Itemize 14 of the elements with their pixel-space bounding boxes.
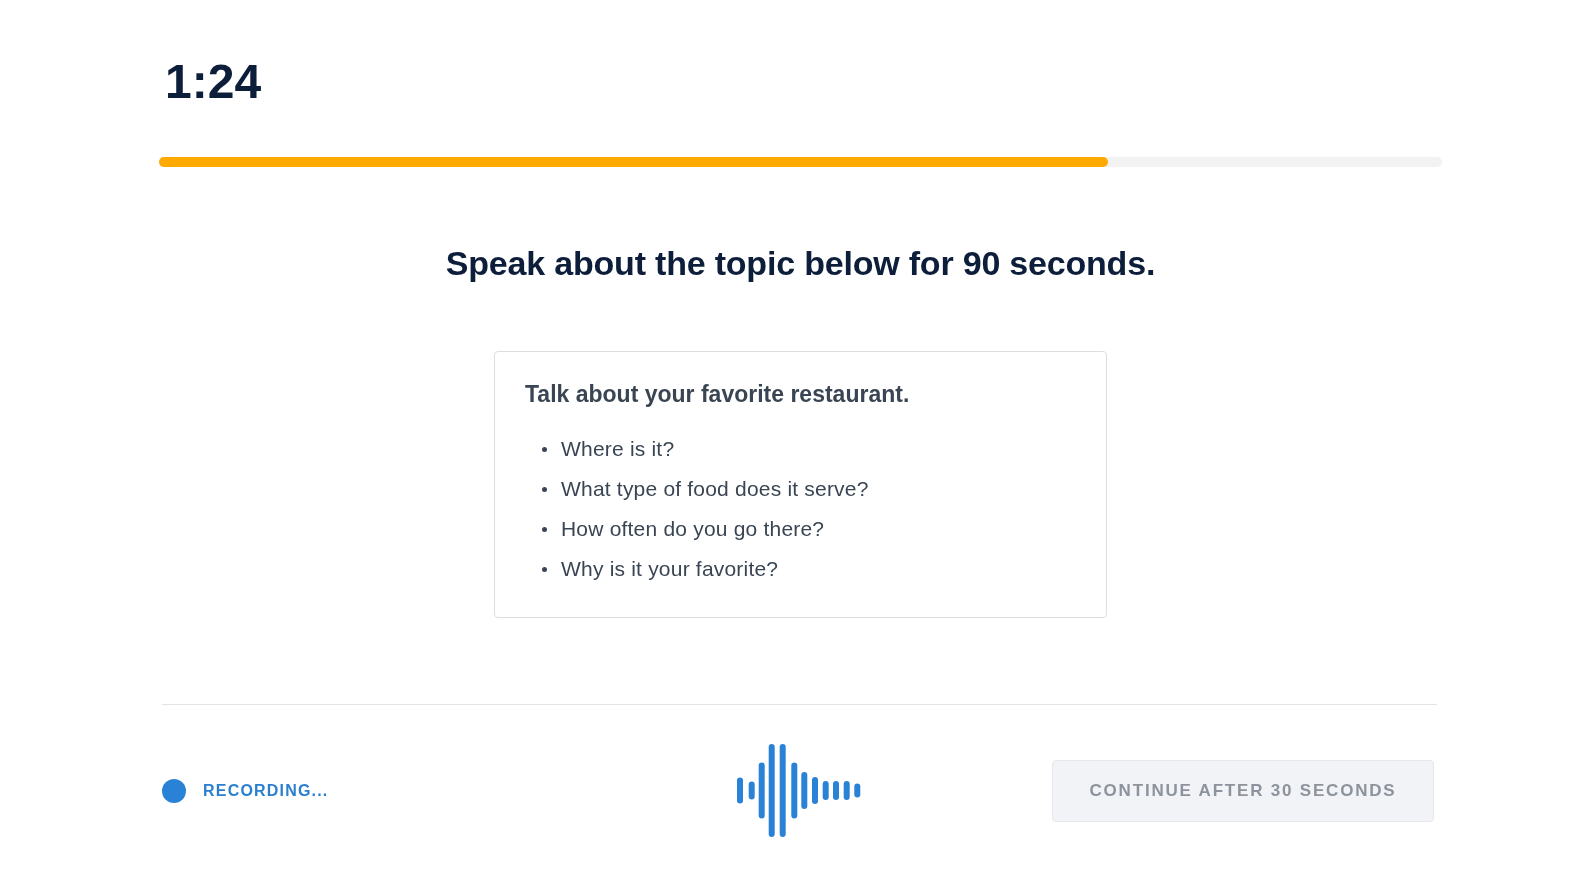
bullet-icon: [542, 446, 547, 452]
recording-status: RECORDING...: [203, 781, 329, 800]
countdown-timer: 1:24: [164, 54, 262, 110]
topic-title: Talk about your favorite restaurant.: [525, 380, 910, 409]
topic-question: Why is it your favorite?: [561, 556, 779, 582]
recording-dot-icon: [162, 778, 186, 803]
topic-question: What type of food does it serve?: [561, 476, 869, 502]
topic-question: Where is it?: [561, 436, 675, 462]
bullet-icon: [542, 566, 547, 572]
instruction-heading: Speak about the topic below for 90 seconds.: [445, 243, 1156, 283]
bullet-icon: [542, 526, 547, 532]
bullet-icon: [542, 486, 547, 492]
topic-question: How often do you go there?: [561, 516, 825, 542]
waveform-icon: [735, 743, 861, 838]
